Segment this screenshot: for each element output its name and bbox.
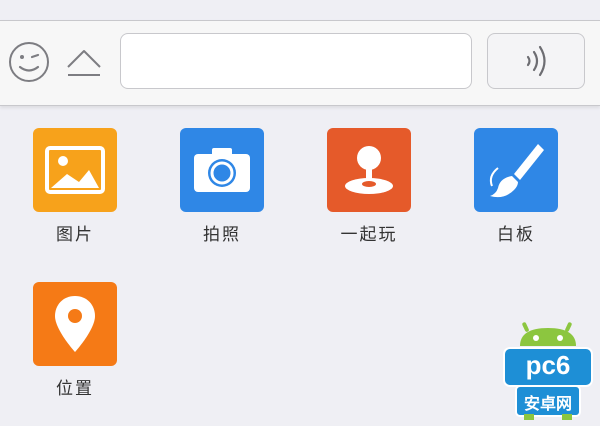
camera-icon <box>180 128 264 212</box>
panel-item-label: 拍照 <box>203 225 241 245</box>
voice-button[interactable] <box>487 33 585 89</box>
panel-item-label: 一起玩 <box>340 225 398 245</box>
pc6-watermark-logo: pc6 安卓网 <box>502 320 594 420</box>
top-strip <box>0 0 600 20</box>
smiley-icon[interactable] <box>8 41 50 83</box>
panel-item-images[interactable]: 图片 <box>25 128 125 245</box>
image-icon <box>33 128 117 212</box>
chat-input-bar <box>0 20 600 106</box>
panel-item-whiteboard[interactable]: 白板 <box>466 128 566 245</box>
panel-item-label: 位置 <box>56 379 94 399</box>
chevron-up-icon[interactable] <box>64 43 104 81</box>
brush-icon <box>474 128 558 212</box>
location-pin-icon <box>33 282 117 366</box>
panel-item-label: 图片 <box>56 225 94 245</box>
watermark-brand: pc6 <box>525 350 571 380</box>
panel-item-camera[interactable]: 拍照 <box>172 128 272 245</box>
panel-item-label: 白板 <box>497 225 535 245</box>
panel-item-play-together[interactable]: 一起玩 <box>319 128 419 245</box>
message-input[interactable] <box>120 33 472 89</box>
watermark-subtitle: 安卓网 <box>523 394 572 413</box>
sound-wave-icon <box>526 45 546 77</box>
panel-item-location[interactable]: 位置 <box>25 282 125 399</box>
joystick-icon <box>327 128 411 212</box>
